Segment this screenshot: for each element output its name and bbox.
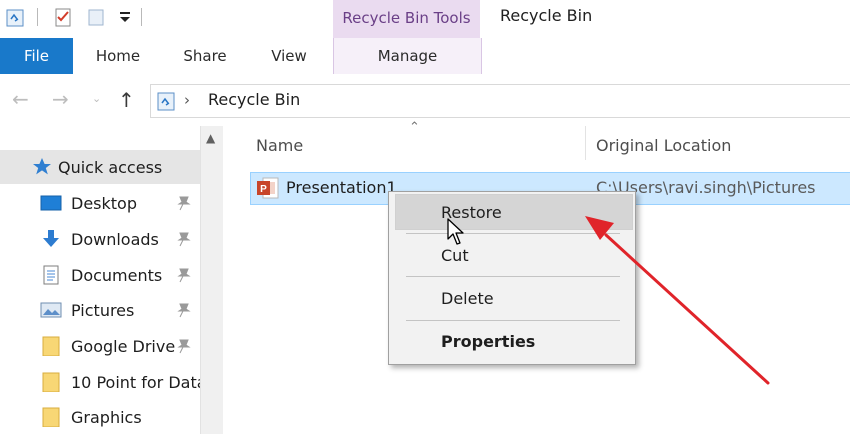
recycle-bin-tools-label: Recycle Bin Tools bbox=[342, 9, 471, 27]
nav-pane-scrollbar[interactable] bbox=[200, 126, 223, 434]
up-arrow-icon[interactable]: ↑ bbox=[118, 88, 135, 112]
toolbar-separator bbox=[141, 8, 142, 26]
breadcrumb-chevron-icon[interactable]: › bbox=[184, 91, 190, 109]
column-divider[interactable] bbox=[585, 126, 586, 160]
scroll-up-arrow-icon[interactable]: ▲ bbox=[206, 131, 215, 145]
menu-separator bbox=[406, 276, 620, 277]
pin-icon bbox=[177, 196, 191, 211]
powerpoint-icon: P bbox=[257, 177, 279, 199]
title-bar: Recycle Bin Tools Recycle Bin bbox=[0, 0, 850, 38]
nav-quick-access[interactable]: Quick access bbox=[0, 150, 200, 184]
recent-locations-chevron-icon[interactable]: ⌄ bbox=[92, 92, 101, 105]
column-header-original-location[interactable]: Original Location bbox=[596, 136, 731, 155]
nav-item-downloads[interactable]: Downloads bbox=[0, 222, 200, 256]
nav-item-label: Quick access bbox=[58, 158, 163, 177]
recycle-bin-icon bbox=[157, 92, 175, 111]
nav-item-label: Documents bbox=[71, 266, 163, 285]
pictures-icon bbox=[40, 302, 62, 318]
nav-item-desktop[interactable]: Desktop bbox=[0, 186, 200, 220]
folder-icon bbox=[42, 407, 60, 427]
file-name[interactable]: Presentation1 bbox=[286, 178, 397, 197]
nav-item-label: Pictures bbox=[71, 301, 135, 320]
column-header-row bbox=[222, 126, 850, 168]
tab-view[interactable]: View bbox=[258, 38, 320, 74]
customize-toolbar-icon[interactable] bbox=[117, 7, 135, 27]
menu-item-delete[interactable]: Delete bbox=[390, 280, 634, 316]
column-header-name[interactable]: Name bbox=[256, 136, 303, 155]
menu-separator bbox=[406, 320, 620, 321]
nav-item-google-drive[interactable]: Google Drive bbox=[0, 329, 200, 363]
menu-item-label: Cut bbox=[441, 246, 469, 265]
star-icon bbox=[33, 158, 51, 175]
svg-text:P: P bbox=[260, 184, 267, 195]
nav-item-label: Desktop bbox=[71, 194, 137, 213]
back-arrow-icon[interactable]: ← bbox=[12, 89, 29, 109]
nav-item-label: Downloads bbox=[71, 230, 159, 249]
properties-icon[interactable] bbox=[54, 7, 72, 27]
sort-ascending-icon: ⌃ bbox=[409, 120, 420, 135]
breadcrumb-recycle-bin[interactable]: Recycle Bin bbox=[208, 90, 300, 109]
nav-item-label: 10 Point for Data bbox=[71, 373, 200, 392]
menu-item-properties[interactable]: Properties bbox=[390, 323, 634, 359]
folder-icon bbox=[42, 336, 60, 356]
pin-icon bbox=[177, 268, 191, 283]
menu-item-label: Properties bbox=[441, 332, 536, 351]
folder-icon bbox=[42, 372, 60, 392]
nav-item-10-point-for-data[interactable]: 10 Point for Data bbox=[0, 365, 200, 399]
menu-separator bbox=[406, 233, 620, 234]
pin-icon bbox=[177, 303, 191, 318]
menu-item-label: Delete bbox=[441, 289, 494, 308]
tab-home[interactable]: Home bbox=[84, 38, 152, 74]
forward-arrow-icon[interactable]: → bbox=[52, 89, 69, 109]
toolbar-separator bbox=[37, 8, 38, 26]
window-title: Recycle Bin bbox=[500, 6, 593, 25]
tab-file[interactable]: File bbox=[0, 38, 73, 74]
nav-item-graphics[interactable]: Graphics bbox=[0, 400, 200, 434]
documents-icon bbox=[43, 265, 59, 285]
nav-item-pictures[interactable]: Pictures bbox=[0, 293, 200, 327]
recycle-bin-icon bbox=[6, 9, 24, 27]
tab-manage[interactable]: Manage bbox=[333, 38, 482, 74]
downloads-icon bbox=[43, 230, 59, 247]
desktop-icon bbox=[40, 195, 62, 211]
pin-icon bbox=[177, 232, 191, 247]
nav-item-label: Google Drive bbox=[71, 337, 176, 356]
nav-item-documents[interactable]: Documents bbox=[0, 258, 200, 292]
menu-item-restore[interactable]: Restore bbox=[390, 194, 634, 230]
menu-item-cut[interactable]: Cut bbox=[390, 237, 634, 273]
pin-icon bbox=[177, 339, 191, 354]
nav-item-label: Graphics bbox=[71, 408, 142, 427]
mouse-cursor-icon bbox=[447, 218, 464, 245]
ribbon-tabs: File Home Share View Manage bbox=[0, 38, 850, 75]
new-folder-icon[interactable] bbox=[87, 7, 105, 27]
tab-share[interactable]: Share bbox=[172, 38, 238, 74]
